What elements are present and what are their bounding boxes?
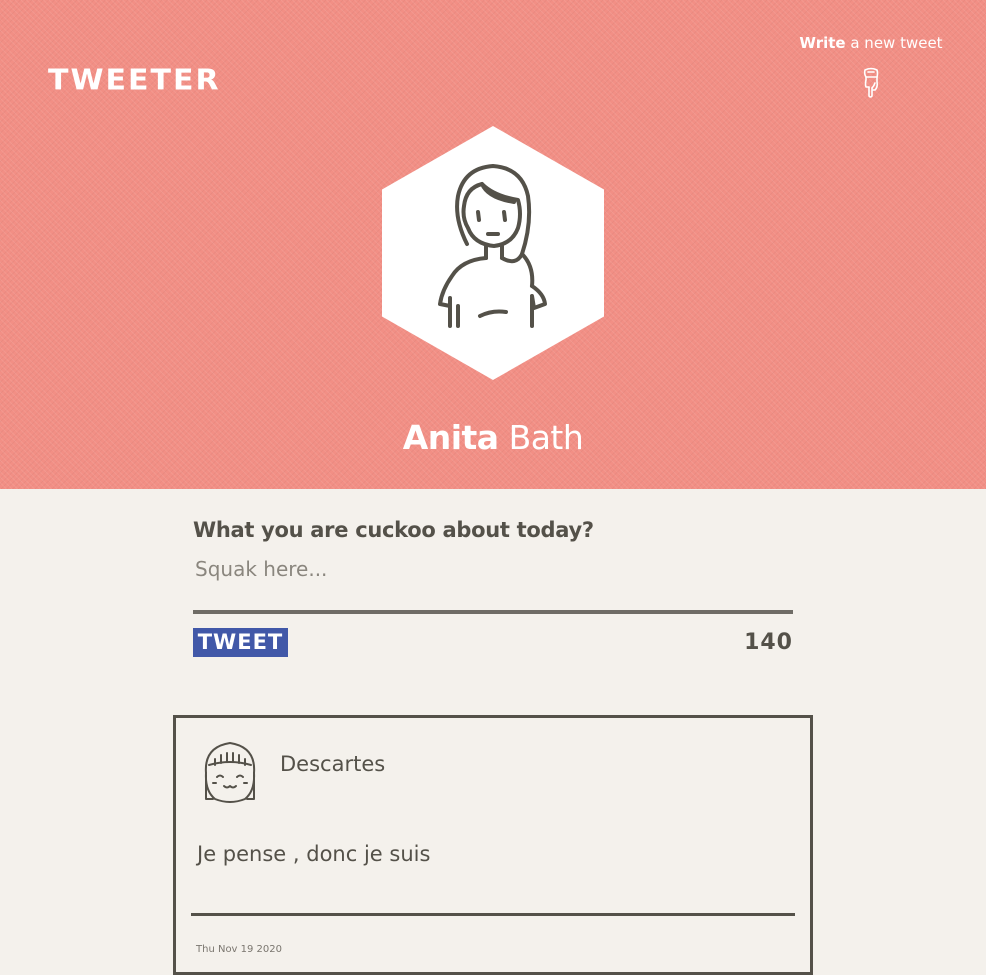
tweet-divider xyxy=(191,913,795,916)
profile-avatar xyxy=(382,126,604,380)
tweet-author[interactable]: Descartes xyxy=(280,752,385,776)
character-counter: 140 xyxy=(744,630,793,655)
tweet-text: Je pense , donc je suis xyxy=(197,842,431,866)
write-new-tweet-link[interactable]: Write a new tweet xyxy=(790,34,952,52)
pointing-hand-down-icon[interactable] xyxy=(860,66,882,100)
tweet-card: Descartes Je pense , donc je suis Thu No… xyxy=(173,715,813,975)
write-link-rest: a new tweet xyxy=(845,34,943,52)
profile-header: TWEETER Write a new tweet Anita Bath xyxy=(0,0,986,489)
tweet-input[interactable] xyxy=(193,558,793,614)
profile-first-name: Anita xyxy=(402,418,499,457)
app-logo[interactable]: TWEETER xyxy=(48,64,221,97)
tweet-composer: What you are cuckoo about today? TWEET 1… xyxy=(193,518,793,657)
write-link-strong: Write xyxy=(799,34,846,52)
profile-last-name: Bath xyxy=(498,418,584,457)
smiling-girl-avatar-icon xyxy=(204,742,256,803)
composer-label: What you are cuckoo about today? xyxy=(193,518,594,542)
tweet-button[interactable]: TWEET xyxy=(193,628,288,657)
tweet-date: Thu Nov 19 2020 xyxy=(196,944,283,955)
profile-name: Anita Bath xyxy=(0,418,986,457)
